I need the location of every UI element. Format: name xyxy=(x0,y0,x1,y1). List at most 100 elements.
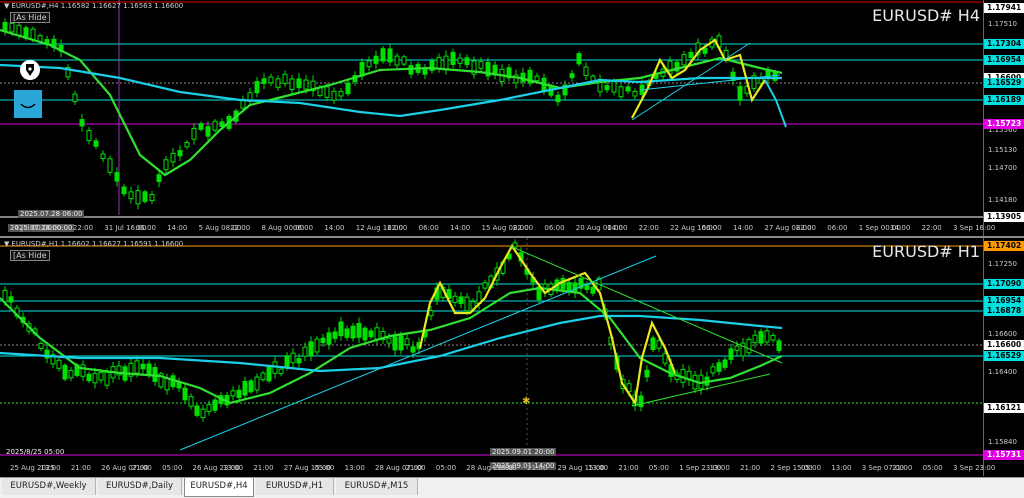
h4-price-tick: 1.14180 xyxy=(988,196,1017,204)
h4-time-tick: 22:00 xyxy=(72,224,94,232)
h4-crosshair-time: 2025.07.28 06:00 xyxy=(18,210,85,218)
h4-time-tick: 14:00 xyxy=(41,224,62,232)
h4-time-tick: 06:00 xyxy=(418,224,439,232)
h1-time-tick: 21:00 xyxy=(892,464,913,472)
h1-price-axis[interactable]: 1.17402 1.17250 1.16600 1.16400 1.16121 1.158… xyxy=(983,238,1024,476)
h4-price-tag: 1.16529 xyxy=(984,78,1024,88)
h4-price-tag: 1.15723 xyxy=(984,119,1024,129)
h4-time-tick: 22:00 xyxy=(921,224,942,232)
h1-time-tick: 21:00 xyxy=(740,464,761,472)
h1-price-tick: 1.15840 xyxy=(988,438,1017,446)
h1-left-date: 2025/8/25 05:00 xyxy=(6,448,65,456)
h4-projection xyxy=(764,79,787,128)
h1-time-tick: 05:00 xyxy=(314,464,335,472)
h1-time-tick: 21:00 xyxy=(253,464,274,472)
h4-time-tick: 06:00 xyxy=(292,224,314,232)
h1-price-tag: 1.16529 xyxy=(984,351,1024,361)
tab-eurusd-m15[interactable]: EURUSD#,M15 xyxy=(336,478,418,495)
h1-chart-canvas[interactable]: ✱ xyxy=(0,238,983,476)
h4-chart-canvas[interactable] xyxy=(0,0,983,236)
h1-price-tag: 1.16878 xyxy=(984,306,1024,316)
h1-zigzag xyxy=(418,243,677,407)
h1-time-tick: 21:00 xyxy=(618,464,639,472)
h4-time-tick: 06:00 xyxy=(827,224,848,232)
h4-price-tag: 1.16189 xyxy=(984,95,1024,105)
h4-time-tick: 22:00 xyxy=(230,224,251,232)
h1-time-tick: 21:00 xyxy=(70,464,92,472)
h1-price-tag: 1.17402 xyxy=(984,241,1024,251)
h1-trendline xyxy=(179,255,657,451)
triangle-down-icon: ▼ xyxy=(4,240,10,248)
h4-chart-info: ▼ EURUSD#,H4 1.16582 1.16627 1.16563 1.16… xyxy=(4,2,183,10)
h1-plot-area[interactable]: ✱ xyxy=(0,238,983,476)
h4-time-tick: 3 Sep 16:00 xyxy=(953,224,996,232)
h1-time-tick: 21:00 xyxy=(405,464,426,472)
h4-symbol-label: EURUSD# H4 xyxy=(872,6,980,25)
h4-price-axis[interactable]: 1.179411.175101.170301.166001.161701.155… xyxy=(983,0,1024,236)
h1-time-tick: 13:00 xyxy=(709,464,730,472)
h4-time-tick: 06:00 xyxy=(701,224,722,232)
h1-candles xyxy=(2,239,782,422)
h4-time-tick: 14:00 xyxy=(607,224,628,232)
h1-time-tick: 05:00 xyxy=(922,464,943,472)
h4-time-tick: 06:00 xyxy=(544,224,565,232)
h1-price-tag: 1.16954 xyxy=(984,296,1024,306)
h4-price-tick: 1.17510 xyxy=(988,20,1017,28)
chart-window-h1[interactable]: ✱ ▼ EURUSD#,H1 1.16602 1.16627 1.16591 1.… xyxy=(0,238,1024,476)
h1-time-tick: 13:00 xyxy=(222,464,244,472)
h4-time-tick: 22:00 xyxy=(795,224,817,232)
h1-price-tick: 1.16400 xyxy=(988,368,1017,376)
h1-ohlc-text: EURUSD#,H1 1.16602 1.16627 1.16591 1.166… xyxy=(11,240,184,248)
h1-price-tag: 1.17090 xyxy=(984,279,1024,289)
h4-price-tick: 1.15130 xyxy=(988,146,1017,154)
h1-time-axis[interactable]: 25 Aug 2025 13:00 21:00 26 Aug 07:00 21:00 05… xyxy=(0,462,995,476)
h4-price-tag: 1.16954 xyxy=(984,55,1024,65)
triangle-down-icon: ▼ xyxy=(4,2,10,10)
h4-ohlc-text: EURUSD#,H4 1.16582 1.16627 1.16563 1.166… xyxy=(11,2,184,10)
h1-chart-info: ▼ EURUSD#,H1 1.16602 1.16627 1.16591 1.16… xyxy=(4,240,183,248)
h1-time-tick: 05:00 xyxy=(435,464,457,472)
h1-time-tick: 05:00 xyxy=(648,464,669,472)
h1-price-tag: 1.16600 xyxy=(984,340,1024,350)
h4-time-tick: 14:00 xyxy=(450,224,471,232)
h1-time-tick: 13:00 xyxy=(587,464,609,472)
h1-time-tick: 05:00 xyxy=(162,464,183,472)
h1-time-tick: 13:00 xyxy=(344,464,365,472)
h4-time-tick: 06:00 xyxy=(135,224,156,232)
h1-time-tick: 13:00 xyxy=(831,464,852,472)
h1-time-tick: 05:00 xyxy=(800,464,822,472)
h4-time-tick: 14:00 xyxy=(167,224,188,232)
h4-price-tick: 1.14700 xyxy=(988,164,1017,172)
h4-plot-area[interactable] xyxy=(0,0,983,236)
tab-eurusd-daily[interactable]: EURUSD#,Daily xyxy=(98,478,182,495)
h4-price-tag: 1.17304 xyxy=(984,39,1024,49)
h1-time-tick: 3 Sep 23:00 xyxy=(953,464,996,472)
tab-eurusd-weekly[interactable]: EURUSD#,Weekly xyxy=(2,478,96,495)
h1-symbol-label: EURUSD# H1 xyxy=(872,242,980,261)
chart-window-h4[interactable]: ▼ EURUSD#,H4 1.16582 1.16627 1.16563 1.16… xyxy=(0,0,1024,236)
as-hide-button[interactable]: [As Hide xyxy=(10,250,50,261)
tab-eurusd-h1[interactable]: EURUSD#,H1 xyxy=(256,478,334,495)
h1-time-tick: 13:00 xyxy=(40,464,61,472)
h4-time-tick: 22:00 xyxy=(512,224,534,232)
h1-price-tick: 1.16600 xyxy=(988,330,1017,338)
h4-time-tick: 14:00 xyxy=(732,224,754,232)
as-hide-button[interactable]: [As Hide xyxy=(10,12,50,23)
fountain-pen-icon[interactable] xyxy=(19,59,41,81)
h1-time-tick: 21:00 xyxy=(527,464,548,472)
h4-time-tick: 22:00 xyxy=(387,224,408,232)
h1-crosshair-marker: ✱ xyxy=(522,396,530,407)
h1-time-tick: 21:00 xyxy=(131,464,152,472)
h1-crosshair-time: 2025.09.01 20:00 xyxy=(490,448,557,456)
h4-price-tag: 1.17941 xyxy=(984,3,1024,13)
chart-tabs-bar: EURUSD#,Weekly EURUSD#,Daily EURUSD#,H4 EUR… xyxy=(0,477,1024,498)
smile-box-icon[interactable] xyxy=(14,90,42,118)
h4-time-tick: 14:00 xyxy=(324,224,345,232)
h1-price-tag: 1.15731 xyxy=(984,450,1024,460)
h1-time-tick: 13:00 xyxy=(496,464,517,472)
h1-price-tick: 1.17250 xyxy=(988,260,1017,268)
h4-time-tick: 14:00 xyxy=(890,224,911,232)
h4-time-axis[interactable]: 24 Jul 00:00 14:00 22:00 31 Jul 16:00 06:00 1… xyxy=(0,222,995,236)
tab-eurusd-h4[interactable]: EURUSD#,H4 xyxy=(184,478,254,497)
h1-price-tag: 1.16121 xyxy=(984,403,1024,413)
